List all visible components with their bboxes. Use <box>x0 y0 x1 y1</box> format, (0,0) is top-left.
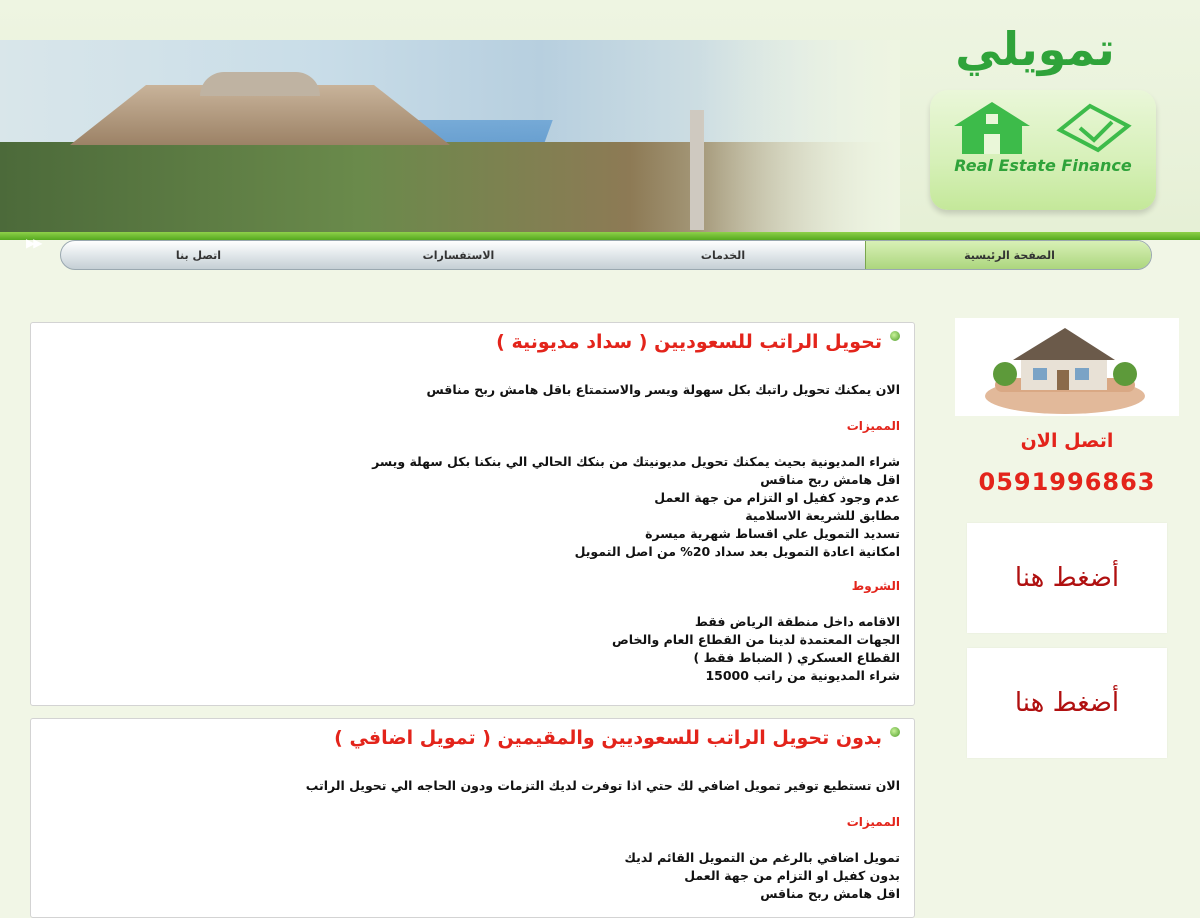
house-icon <box>954 102 1030 154</box>
nav-inquiries[interactable]: الاستفسارات <box>336 241 581 269</box>
nav-services[interactable]: الخدمات <box>581 241 865 269</box>
feature-item: شراء المديونية بحيث يمكنك تحويل مديونيتك… <box>372 454 900 469</box>
terms-heading: الشروط <box>851 579 900 593</box>
nav-contact[interactable]: اتصل بنا <box>61 241 336 269</box>
click-here-button[interactable]: أضغط هنا <box>967 648 1167 758</box>
offer-intro: الان يمكنك تحويل راتبك بكل سهولة ويسر وا… <box>426 382 900 397</box>
house-in-hand-image <box>955 318 1179 416</box>
feature-item: مطابق للشريعة الاسلامية <box>745 508 900 523</box>
nav-home[interactable]: الصفحة الرئيسية <box>865 241 1151 269</box>
logo-text: Real Estate Finance <box>954 156 1132 175</box>
feature-item: عدم وجود كفيل او التزام من جهة العمل <box>654 490 900 505</box>
main-nav: ▶▶ الصفحة الرئيسية الخدمات الاستفسارات ا… <box>0 232 1200 272</box>
term-item: الاقامه داخل منطقة الرياض فقط <box>694 614 900 629</box>
feature-item: بدون كفيل او التزام من جهة العمل <box>684 868 900 883</box>
offer-title[interactable]: بدون تحويل الراتب للسعوديين والمقيمين ( … <box>334 727 882 749</box>
call-now-label: اتصل الان <box>1020 430 1114 452</box>
bullet-icon <box>890 331 900 341</box>
feature-item: تمويل اضافي بالرغم من التمويل القائم لدي… <box>624 850 900 865</box>
offer-card-salary-transfer: تحويل الراتب للسعوديين ( سداد مديونية ) … <box>30 322 915 706</box>
offer-intro: الان تستطيع توفير تمويل اضافي لك حتي اذا… <box>305 778 900 793</box>
feature-item: اقل هامش ربح مناقس <box>760 886 900 901</box>
offer-title[interactable]: تحويل الراتب للسعوديين ( سداد مديونية ) <box>496 331 882 353</box>
term-item: شراء المديونية من راتب 15000 <box>705 668 900 683</box>
features-heading: المميزات <box>846 419 900 433</box>
offer-card-additional-finance: بدون تحويل الراتب للسعوديين والمقيمين ( … <box>30 718 915 918</box>
nav-arrows-icon: ▶▶ <box>26 236 42 250</box>
header-banner-image <box>0 40 900 232</box>
feature-item: تسديد التمويل علي اقساط شهرية ميسرة <box>645 526 900 541</box>
bullet-icon <box>890 727 900 737</box>
click-here-button[interactable]: أضغط هنا <box>967 523 1167 633</box>
feature-item: اقل هامش ربح مناقس <box>760 472 900 487</box>
site-title: تمويلي <box>955 22 1115 76</box>
term-item: القطاع العسكري ( الضباط فقط ) <box>693 650 900 665</box>
feature-item: امكانية اعادة التمويل بعد سداد 20% من اص… <box>574 544 900 559</box>
features-heading: المميزات <box>846 815 900 829</box>
site-logo[interactable]: Real Estate Finance <box>930 90 1156 210</box>
phone-number[interactable]: 0591996863 <box>955 468 1179 496</box>
term-item: الجهات المعتمدة لدينا من القطاع العام وا… <box>611 632 900 647</box>
header: تمويلي Real Estate Finance <box>0 0 1200 232</box>
main-content: تحويل الراتب للسعوديين ( سداد مديونية ) … <box>30 322 915 918</box>
document-icon <box>1056 103 1132 153</box>
